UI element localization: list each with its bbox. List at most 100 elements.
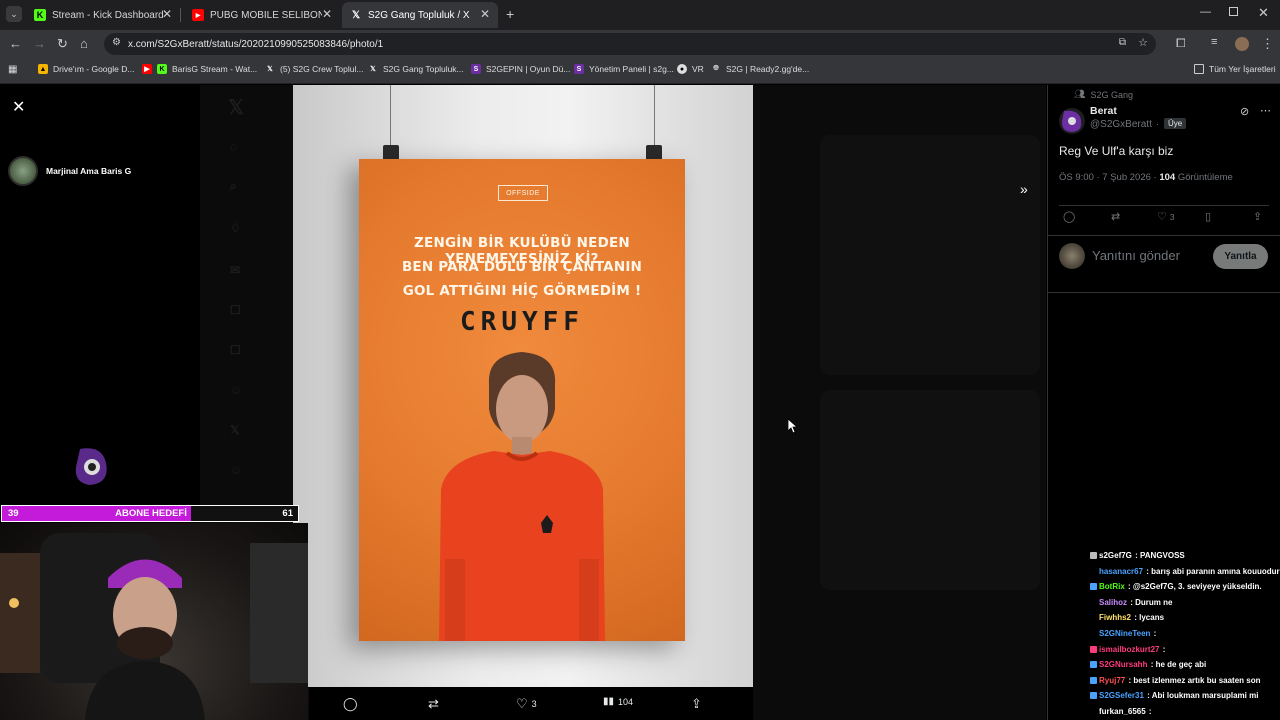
chat-message: S2GNineTeen : [1090,626,1280,642]
views-button[interactable]: ▮▮ 104 [603,696,633,707]
retweet-icon[interactable]: ⇄ [428,696,439,712]
bookmark-barisg-stream[interactable]: ▶ K BarisG Stream - Wat... [142,64,257,74]
bookmark-vr[interactable]: ● VR [677,64,704,74]
restore-icon[interactable] [1229,7,1238,16]
bookmark-s2gepin[interactable]: S S2GEPIN | Oyun Dü... [471,64,570,74]
chat-username[interactable]: S2GNineTeen [1099,629,1150,638]
streamer-webcam-figure [0,533,308,720]
chat-text: barış abi paranın amına kouuodur bi [1151,566,1280,576]
like-button[interactable]: ♡ 3 [516,696,537,712]
back-icon[interactable]: ← [9,36,22,51]
close-window-icon[interactable]: ✕ [1258,5,1269,21]
chat-badge-icon [1090,708,1097,715]
reply-button[interactable]: Yanıtla [1213,244,1268,269]
reply-input[interactable]: Yanıtını gönder [1092,248,1180,263]
bookmark-yonetim[interactable]: S Yönetim Paneli | s2g... [574,64,674,74]
chat-username[interactable]: s2Gef7G [1099,551,1132,560]
like-button[interactable]: ♡ 3 [1157,210,1175,223]
reply-icon[interactable]: ◯ [343,696,358,712]
chat-badge-icon [1090,676,1097,684]
reply-composer: Yanıtını gönder Yanıtla [1048,235,1280,293]
s2g-icon: S [471,64,481,74]
chat-username[interactable]: Fiwhhs2 [1099,613,1131,622]
chat-username[interactable]: furkan_6565 [1099,707,1146,716]
share-icon[interactable]: ⇪ [1253,210,1262,223]
expand-panel-icon[interactable]: » [1020,181,1028,197]
share-icon[interactable]: ⇪ [691,696,702,712]
install-app-icon[interactable]: ⧉ [1119,37,1126,48]
author-handle[interactable]: @S2GxBeratt [1090,119,1152,130]
tweet-views-count: 104 [1159,172,1176,183]
media-icon[interactable]: ≡ [1211,36,1217,48]
close-tab-icon[interactable]: ✕ [162,7,172,21]
tweet-time[interactable]: ÖS 9:00 · 7 Şub 2026 · [1059,172,1159,183]
chat-text: Durum ne [1135,597,1173,607]
author-avatar[interactable] [1059,108,1085,134]
apps-icon[interactable]: ▦ [8,64,17,75]
chat-username[interactable]: BotRix [1099,582,1125,591]
tab-kick-dashboard[interactable]: K Stream - Kick Dashboard ✕ [26,2,181,28]
ghost-nav-item: ☺ [230,463,243,477]
bookmark-icon[interactable]: ▯ [1205,210,1211,223]
chat-badge-icon [1090,614,1097,621]
chat-username[interactable]: Salihoz [1099,598,1127,607]
community-label[interactable]: 👥︎ S2G Gang [1074,89,1133,100]
minimize-icon[interactable]: — [1200,6,1211,18]
x-icon: 𝕏 [351,9,361,21]
grok-icon[interactable]: ⊘ [1240,105,1249,118]
all-bookmarks[interactable]: Tüm Yer İşaretleri [1194,64,1276,74]
bookmark-star-icon[interactable]: ☆ [1138,36,1148,49]
chat-badge-icon [1090,583,1097,591]
x-icon: 𝕏 [370,66,376,73]
tab-pubg-league[interactable]: ▶ PUBG MOBİLE SELİBON LEAGU ✕ [184,2,340,28]
new-tab-icon[interactable]: + [506,6,514,22]
tab-title: S2G Gang Topluluk / X [368,9,470,21]
address-bar[interactable]: ⚙ x.com/S2GxBeratt/status/20202109905250… [104,33,1156,55]
retweet-icon[interactable]: ⇄ [1111,210,1120,223]
more-options-icon[interactable]: ⋯ [1260,104,1271,117]
heart-icon: ♡ [1157,211,1167,223]
chat-username[interactable]: Ryuj77 [1099,676,1125,685]
browser-toolbar: ← → ↻ ⌂ ⚙ x.com/S2GxBeratt/status/202021… [0,30,1280,58]
close-icon[interactable]: ✕ [12,97,25,117]
reload-icon[interactable]: ↻ [57,36,68,52]
close-tab-icon[interactable]: ✕ [480,7,490,21]
bookmark-s2g-gang[interactable]: 𝕏 S2G Gang Topluluk... [368,64,463,74]
ghost-nav-item: 𝕏 [230,423,240,437]
poster-image[interactable]: OFFSIDE ZENGİN BİR KULÜBÜ NEDEN YENEMEYE… [359,159,685,641]
chat-message: Salihoz : Durum ne [1090,595,1280,611]
like-count: 3 [531,699,537,709]
author-name[interactable]: Berat [1090,105,1117,117]
view-count: 104 [618,696,634,707]
tab-s2g-gang[interactable]: 𝕏 S2G Gang Topluluk / X ✕ [342,2,498,28]
chat-username[interactable]: S2GSefer31 [1099,691,1144,700]
chat-username[interactable]: hasanacr67 [1099,567,1143,576]
sub-goal-label: ABONE HEDEFİ [115,508,187,519]
bookmark-drive[interactable]: ▲ Drive'ım - Google D... [38,64,134,74]
bookmarks-bar: ▦ ▲ Drive'ım - Google D... ▶ K BarisG Strea… [0,58,1280,84]
chat-username[interactable]: ismailbozkurt27 [1099,645,1159,654]
menu-icon[interactable]: ⋮ [1261,36,1274,52]
ghost-nav-item: ☺ [230,383,243,397]
kick-icon: K [34,9,46,21]
chat-username[interactable]: S2GNursahh [1099,660,1147,669]
chat-text: Abi loukman marsuplami mi [1151,691,1259,701]
profile-avatar[interactable] [1235,37,1249,51]
tab-search-button[interactable]: ⌄ [6,6,22,22]
home-icon[interactable]: ⌂ [80,36,88,51]
ghost-sidebar-box [820,135,1040,375]
site-info-icon[interactable]: ⚙ [112,37,121,48]
browser-tab-bar: ⌄ K Stream - Kick Dashboard ✕ ▶ PUBG MOB… [0,0,1280,30]
chat-message: ismailbozkurt27 : [1090,642,1280,658]
s2g-icon: S [574,64,584,74]
reply-icon[interactable]: ◯ [1063,210,1075,223]
bookmark-ready2[interactable]: 🌐︎ S2G | Ready2.gg'de... [711,64,809,74]
ghost-sidebar-box [820,390,1040,590]
extensions-icon[interactable]: ⧠ [1176,36,1186,51]
close-tab-icon[interactable]: ✕ [322,7,332,21]
bookmark-s2g-crew[interactable]: 𝕏 (5) S2G Crew Toplul... [265,64,363,74]
page-viewport: 𝕏 ⌂ ⌕ ♢ ✉ ☐ ☐ ☺ 𝕏 ☺ OFFSIDE ZENGİN BİR K… [0,85,1280,720]
heart-icon: ♡ [516,696,528,711]
forward-icon[interactable]: → [33,36,46,51]
streamer-name: Marjinal Ama Baris G [46,166,132,176]
